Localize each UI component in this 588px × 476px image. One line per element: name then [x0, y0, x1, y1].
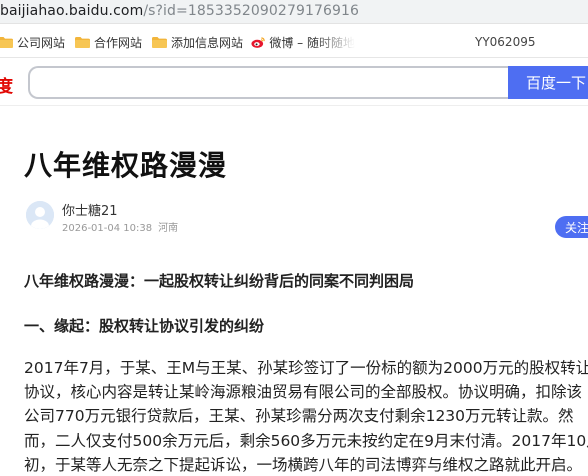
- url-text[interactable]: baijiahao.baidu.com/s?id=185335209027917…: [0, 3, 359, 19]
- publish-location: 河南: [158, 223, 179, 234]
- bookmark-label: 添加信息网站: [171, 35, 244, 50]
- paragraph-line: 而，二人仅支付500余万元后，剩余560多万元未按约定在9月末付清。2017年1…: [24, 431, 588, 450]
- bookmark-partner-sites[interactable]: 合作网站: [75, 33, 142, 51]
- bookmark-company-sites[interactable]: 公司网站: [0, 33, 65, 51]
- paragraph-line: 2017年7月，于某、王M与王某、孙某珍签订了一份标的额为2000万元的股权转让: [24, 359, 588, 377]
- search-input[interactable]: [28, 66, 510, 99]
- article-title: 八年维权路漫漫: [24, 149, 228, 182]
- folder-icon: [75, 36, 90, 48]
- paragraph-line: 公司770万元银行贷款后，王某、孙某珍需分两次支付剩余1230万元转让款。然: [24, 407, 574, 426]
- publish-date: 2026-01-04 10:38: [62, 223, 153, 234]
- avatar[interactable]: [26, 201, 54, 229]
- folder-icon: [152, 36, 167, 48]
- author-name[interactable]: 你士糖21: [62, 200, 118, 219]
- bookmark-extra-label[interactable]: YY062095: [475, 33, 535, 51]
- bookmark-add-info-sites[interactable]: 添加信息网站: [152, 33, 243, 51]
- article-paragraph: 2017年7月，于某、王M与王某、孙某珍签订了一份标的额为2000万元的股权转让…: [24, 356, 588, 476]
- weibo-icon: [251, 37, 265, 48]
- follow-button[interactable]: 关注: [555, 216, 588, 238]
- bookmark-label: 微博 – 随时随地: [269, 35, 355, 50]
- folder-icon: [0, 36, 13, 48]
- paragraph-line: 协议，核心内容是转让某岭海源粮油贸易有限公司的全部股权。协议明确，扣除该: [24, 383, 583, 402]
- bookmark-label: 合作网站: [94, 35, 143, 50]
- article-subtitle: 八年维权路漫漫：一起股权转让纠纷背后的同案不同判困局: [24, 272, 415, 290]
- paragraph-line: 初，于某等人无奈之下提起诉讼，一场横跨八年的司法博弈与维权之路就此开启。: [24, 455, 583, 474]
- address-bar[interactable]: baijiahao.baidu.com/s?id=185335209027917…: [0, 0, 588, 24]
- bookmark-weibo[interactable]: 微博 – 随时随地: [251, 33, 355, 51]
- avatar-person-icon: [26, 201, 54, 229]
- bookmark-label: 公司网站: [17, 35, 66, 50]
- baidu-logo[interactable]: 度: [0, 72, 13, 97]
- url-host: baijiahao.baidu.com: [0, 3, 144, 19]
- bookmarks-bar: 公司网站 合作网站 添加信息网站 微博 – 随时随地 YY062095: [0, 24, 588, 58]
- url-path: /s?id=1853352090279176916: [143, 3, 359, 19]
- search-header: 度 百度一下: [0, 58, 588, 106]
- search-button[interactable]: 百度一下: [508, 66, 588, 99]
- section-heading: 一、缘起：股权转让协议引发的纠纷: [24, 317, 265, 335]
- article-meta: 2026-01-04 10:38 河南: [62, 219, 178, 234]
